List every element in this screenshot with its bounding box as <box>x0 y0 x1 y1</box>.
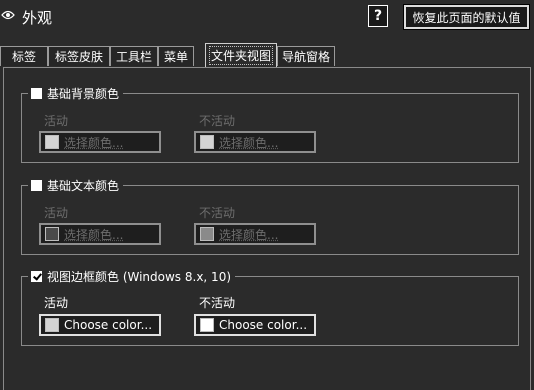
background-color-legend: 基础背景颜色 <box>28 85 124 102</box>
text-inactive-color-button[interactable]: 选择颜色... <box>194 223 316 245</box>
active-label: 活动 <box>44 114 69 128</box>
button-label: 选择颜色... <box>64 227 124 242</box>
text-color-legend: 基础文本颜色 <box>28 177 124 194</box>
page-title: 外观 <box>22 9 53 27</box>
border-inactive-color-button[interactable]: Choose color... <box>194 314 316 336</box>
border-color-group: 视图边框颜色 (Windows 8.x, 10) 活动 不活动 Choose c… <box>21 268 519 346</box>
tab-label: 标签皮肤 <box>54 50 103 64</box>
text-color-group: 基础文本颜色 活动 不活动 选择颜色... 选择颜色... <box>21 177 519 255</box>
active-label: 活动 <box>44 296 69 310</box>
inactive-label: 不活动 <box>199 206 236 220</box>
background-inactive-color-button[interactable]: 选择颜色... <box>194 131 316 153</box>
text-active-color-button[interactable]: 选择颜色... <box>39 223 161 245</box>
tab-bar: 标签 标签皮肤 工具栏 菜单 文件夹视图 导航窗格 <box>0 43 534 67</box>
background-color-label: 基础背景颜色 <box>47 87 120 101</box>
inactive-label: 不活动 <box>199 114 236 128</box>
button-label: 选择颜色... <box>219 227 279 242</box>
color-swatch <box>45 227 59 241</box>
text-color-checkbox[interactable] <box>31 180 42 191</box>
border-color-legend: 视图边框颜色 (Windows 8.x, 10) <box>28 268 236 285</box>
button-label: Choose color... <box>64 318 153 332</box>
inactive-label: 不活动 <box>199 296 236 310</box>
tab-tabs[interactable]: 标签 <box>0 46 48 66</box>
text-color-label: 基础文本颜色 <box>47 179 120 193</box>
tab-label: 导航窗格 <box>281 50 330 64</box>
folder-view-panel: 基础背景颜色 活动 不活动 选择颜色... 选择颜色... 基础文本颜色 活动 … <box>3 67 531 390</box>
tab-tab-skins[interactable]: 标签皮肤 <box>48 46 110 66</box>
appearance-window: 外观 ? 恢复此页面的默认值 标签 标签皮肤 工具栏 菜单 文件夹视图 导航窗格… <box>0 0 534 390</box>
tab-label: 文件夹视图 <box>208 46 273 65</box>
tab-label: 菜单 <box>163 50 188 64</box>
color-swatch <box>200 318 214 332</box>
button-label: Choose color... <box>219 318 308 332</box>
tab-label: 工具栏 <box>115 50 152 64</box>
color-swatch <box>200 227 214 241</box>
color-swatch <box>45 318 59 332</box>
button-label: 选择颜色... <box>219 135 279 150</box>
border-color-checkbox[interactable] <box>31 271 42 282</box>
tab-menu[interactable]: 菜单 <box>158 46 194 66</box>
tab-toolbar[interactable]: 工具栏 <box>110 46 158 66</box>
help-button[interactable]: ? <box>368 5 388 27</box>
tab-folder-view[interactable]: 文件夹视图 <box>205 43 277 67</box>
background-color-checkbox[interactable] <box>31 88 42 99</box>
background-color-group: 基础背景颜色 活动 不活动 选择颜色... 选择颜色... <box>21 85 519 163</box>
border-active-color-button[interactable]: Choose color... <box>39 314 161 336</box>
background-active-color-button[interactable]: 选择颜色... <box>39 131 161 153</box>
tab-navigation-pane[interactable]: 导航窗格 <box>277 46 335 66</box>
button-label: 选择颜色... <box>64 135 124 150</box>
eye-icon <box>1 10 15 20</box>
tab-label: 标签 <box>11 50 36 64</box>
border-color-label: 视图边框颜色 (Windows 8.x, 10) <box>47 270 232 284</box>
color-swatch <box>200 135 214 149</box>
color-swatch <box>45 135 59 149</box>
active-label: 活动 <box>44 206 69 220</box>
restore-defaults-button[interactable]: 恢复此页面的默认值 <box>403 4 530 30</box>
